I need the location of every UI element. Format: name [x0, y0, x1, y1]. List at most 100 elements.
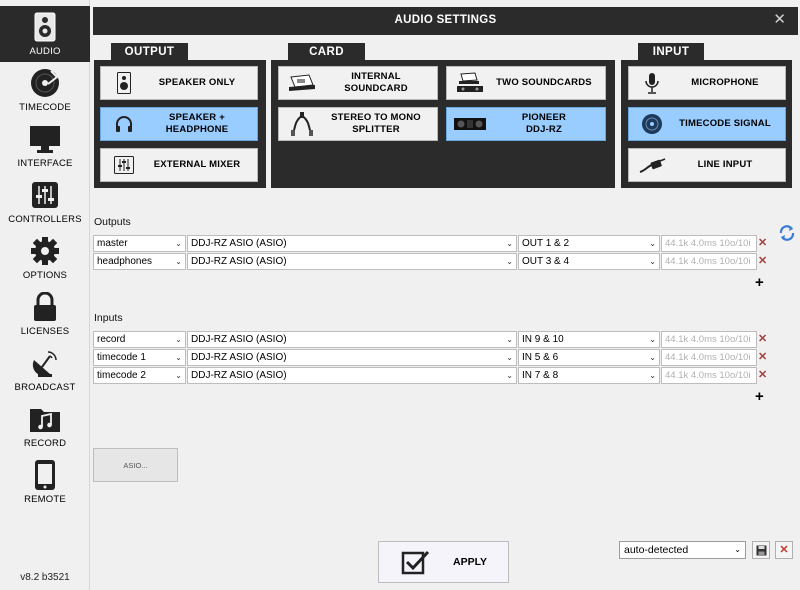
speaker-only-button[interactable]: SPEAKER ONLY	[100, 66, 258, 100]
port-select[interactable]: IN 5 & 6 ⌄	[518, 349, 660, 366]
sidebar-item-label: CONTROLLERS	[8, 214, 82, 225]
refresh-icon[interactable]	[778, 224, 796, 242]
line-input-button[interactable]: LINE INPUT	[628, 148, 786, 182]
sidebar-item-interface[interactable]: INTERFACE	[0, 118, 90, 174]
sliders-icon	[28, 178, 62, 212]
vinyl-icon	[28, 66, 62, 100]
close-icon: ✕	[779, 543, 789, 556]
microphone-button[interactable]: MICROPHONE	[628, 66, 786, 100]
chevron-down-icon: ⌄	[175, 239, 182, 248]
add-input-icon[interactable]: +	[755, 389, 764, 404]
delete-icon[interactable]: ✕	[758, 333, 768, 345]
device-select[interactable]: DDJ-RZ ASIO (ASIO) ⌄	[187, 235, 517, 252]
delete-icon[interactable]: ✕	[758, 255, 768, 267]
delete-icon[interactable]: ✕	[758, 351, 768, 363]
monitor-icon	[28, 122, 62, 156]
soundcards-icon	[451, 68, 489, 98]
apply-label: APPLY	[453, 556, 488, 568]
sidebar-item-audio[interactable]: AUDIO	[0, 6, 90, 62]
table-row: timecode 2 ⌄ DDJ-RZ ASIO (ASIO) ⌄ IN 7 & 8…	[93, 367, 769, 384]
sidebar-item-label: RECORD	[23, 438, 67, 449]
chevron-down-icon: ⌄	[175, 335, 182, 344]
lock-icon	[28, 290, 62, 324]
table-row: record ⌄ DDJ-RZ ASIO (ASIO) ⌄ IN 9 & 10 ⌄ 4…	[93, 331, 769, 348]
chevron-down-icon: ⌄	[175, 371, 182, 380]
button-label: SPEAKER ONLY	[158, 77, 236, 88]
sidebar-item-licenses[interactable]: LICENSES	[0, 286, 90, 342]
sidebar-item-controllers[interactable]: CONTROLLERS	[0, 174, 90, 230]
version-label: v8.2 b3521	[20, 572, 70, 583]
chevron-down-icon: ⌄	[175, 353, 182, 362]
cable-icon	[633, 150, 671, 180]
output-tab: OUTPUT	[111, 43, 188, 61]
vinyl-icon	[633, 109, 671, 139]
channel-select[interactable]: record ⌄	[93, 331, 186, 348]
two-soundcards-button[interactable]: TWO SOUNDCARDS	[446, 66, 606, 100]
sidebar-item-label: REMOTE	[24, 494, 66, 505]
laptop-icon	[283, 68, 321, 98]
delete-icon[interactable]: ✕	[758, 237, 768, 249]
port-select[interactable]: IN 9 & 10 ⌄	[518, 331, 660, 348]
delete-icon[interactable]: ✕	[758, 369, 768, 381]
channel-select[interactable]: master ⌄	[93, 235, 186, 252]
window-title: AUDIO SETTINGS	[394, 14, 497, 26]
cable-splitter-icon	[283, 109, 321, 139]
timecode-signal-button[interactable]: TIMECODE SIGNAL	[628, 107, 786, 141]
mixer-icon	[105, 150, 143, 180]
sidebar-item-record[interactable]: RECORD	[0, 398, 90, 454]
chevron-down-icon: ⌄	[506, 371, 513, 380]
channel-select[interactable]: timecode 2 ⌄	[93, 367, 186, 384]
speaker-icon	[28, 10, 62, 44]
save-preset-button[interactable]	[752, 541, 770, 559]
device-select[interactable]: DDJ-RZ ASIO (ASIO) ⌄	[187, 253, 517, 270]
button-label: MICROPHONE	[691, 77, 759, 88]
sidebar-item-broadcast[interactable]: BROADCAST	[0, 342, 90, 398]
preset-select[interactable]: auto-detected ⌄	[619, 541, 746, 559]
chevron-down-icon: ⌄	[506, 257, 513, 266]
table-row: headphones ⌄ DDJ-RZ ASIO (ASIO) ⌄ OUT 3 & …	[93, 253, 769, 270]
device-info: 44.1k 4.0ms 10o/10i	[661, 235, 757, 252]
outputs-label: Outputs	[94, 216, 131, 228]
button-label: SPEAKER + HEADPHONE	[165, 112, 229, 135]
chevron-down-icon: ⌄	[506, 239, 513, 248]
port-select[interactable]: IN 7 & 8 ⌄	[518, 367, 660, 384]
sidebar-item-label: BROADCAST	[14, 382, 76, 393]
sidebar: AUDIO TIMECODE INTERFACE CONTROLLERS OPT…	[0, 0, 90, 590]
table-row: master ⌄ DDJ-RZ ASIO (ASIO) ⌄ OUT 1 & 2 ⌄ 4…	[93, 235, 769, 252]
chevron-down-icon: ⌄	[649, 257, 656, 266]
channel-select[interactable]: headphones ⌄	[93, 253, 186, 270]
device-select[interactable]: DDJ-RZ ASIO (ASIO) ⌄	[187, 367, 517, 384]
checkbox-check-icon	[401, 549, 431, 575]
port-select[interactable]: OUT 1 & 2 ⌄	[518, 235, 660, 252]
device-select[interactable]: DDJ-RZ ASIO (ASIO) ⌄	[187, 331, 517, 348]
device-info: 44.1k 4.0ms 10o/10i	[661, 367, 757, 384]
sidebar-item-timecode[interactable]: TIMECODE	[0, 62, 90, 118]
pioneer-ddj-rz-button[interactable]: PIONEER DDJ-RZ	[446, 107, 606, 141]
sidebar-item-label: INTERFACE	[17, 158, 73, 169]
table-row: timecode 1 ⌄ DDJ-RZ ASIO (ASIO) ⌄ IN 5 & 6…	[93, 349, 769, 366]
sidebar-item-label: AUDIO	[29, 46, 61, 57]
button-label: TIMECODE SIGNAL	[679, 118, 771, 129]
chevron-down-icon: ⌄	[175, 257, 182, 266]
stereo-mono-splitter-button[interactable]: STEREO TO MONO SPLITTER	[278, 107, 438, 141]
close-icon[interactable]: ✕	[773, 12, 786, 28]
device-select[interactable]: DDJ-RZ ASIO (ASIO) ⌄	[187, 349, 517, 366]
add-output-icon[interactable]: +	[755, 275, 764, 290]
delete-preset-button[interactable]: ✕	[775, 541, 793, 559]
asio-config-button[interactable]: ASIO...	[93, 448, 178, 482]
sidebar-item-remote[interactable]: REMOTE	[0, 454, 90, 510]
port-select[interactable]: OUT 3 & 4 ⌄	[518, 253, 660, 270]
chevron-down-icon: ⌄	[649, 353, 656, 362]
headphones-icon	[105, 109, 143, 139]
chevron-down-icon: ⌄	[734, 545, 741, 554]
speaker-headphone-button[interactable]: SPEAKER + HEADPHONE	[100, 107, 258, 141]
chevron-down-icon: ⌄	[506, 335, 513, 344]
channel-select[interactable]: timecode 1 ⌄	[93, 349, 186, 366]
microphone-icon	[633, 68, 671, 98]
internal-soundcard-button[interactable]: INTERNAL SOUNDCARD	[278, 66, 438, 100]
external-mixer-button[interactable]: EXTERNAL MIXER	[100, 148, 258, 182]
sidebar-item-options[interactable]: OPTIONS	[0, 230, 90, 286]
apply-button[interactable]: APPLY	[378, 541, 509, 583]
phone-icon	[28, 458, 62, 492]
inputs-label: Inputs	[94, 312, 123, 324]
